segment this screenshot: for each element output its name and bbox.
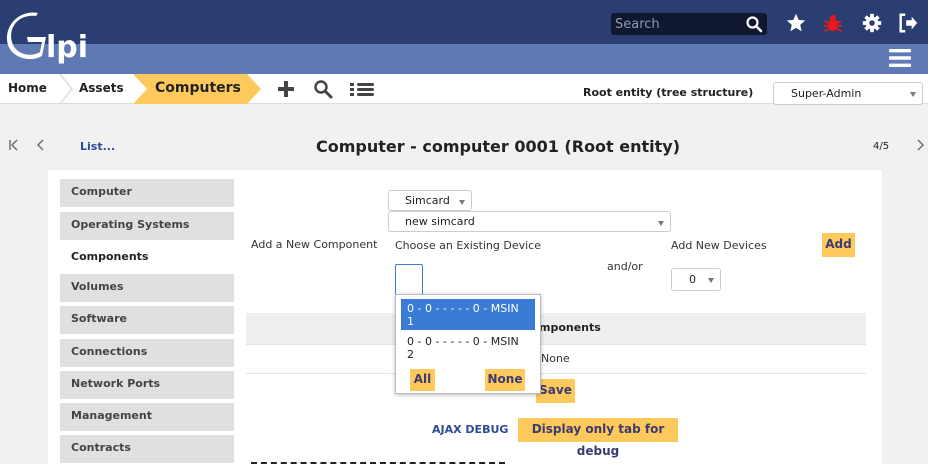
breadcrumb-separator — [59, 74, 73, 104]
chevron-down-icon — [658, 221, 664, 226]
tab-volumes[interactable]: Volumes — [60, 274, 234, 302]
bug-icon[interactable] — [822, 12, 844, 34]
chevron-down-icon — [459, 200, 465, 205]
chevron-down-icon — [910, 92, 916, 97]
tab-components[interactable]: Components — [60, 244, 234, 272]
existing-device-select[interactable] — [395, 264, 423, 295]
existing-device-dropdown: 0 - 0 - - - - - 0 - MSIN 1 0 - 0 - - - -… — [395, 294, 541, 394]
star-icon[interactable] — [785, 12, 807, 34]
device-option[interactable]: 0 - 0 - - - - - 0 - MSIN 2 — [401, 332, 535, 363]
chevron-down-icon — [708, 278, 714, 283]
divider — [246, 373, 866, 374]
gear-icon[interactable] — [861, 12, 883, 34]
tab-management[interactable]: Management — [60, 403, 234, 431]
profile-select[interactable]: Super-Admin — [773, 82, 923, 105]
page-title: Computer - computer 0001 (Root entity) — [315, 137, 681, 156]
and-or-label: and/or — [607, 260, 643, 273]
breadcrumb-computers[interactable]: Computers — [155, 74, 241, 104]
add-new-devices-label: Add New Devices — [671, 239, 767, 252]
breadcrumb-assets[interactable]: Assets — [79, 74, 124, 104]
tab-computer[interactable]: Computer — [60, 179, 234, 207]
entity-label[interactable]: Root entity (tree structure) — [583, 86, 753, 99]
breadcrumb-home[interactable]: Home — [8, 74, 47, 104]
global-search — [611, 13, 767, 35]
device-option[interactable]: 0 - 0 - - - - - 0 - MSIN 1 — [401, 299, 535, 330]
components-none-text: None — [541, 352, 570, 365]
add-button[interactable]: Add — [822, 233, 855, 257]
svg-text:lpi: lpi — [46, 30, 88, 65]
select-all-button[interactable]: All — [410, 369, 435, 391]
tab-software[interactable]: Software — [60, 306, 234, 334]
logout-icon[interactable] — [897, 12, 919, 34]
search-icon[interactable] — [745, 15, 763, 33]
search-input[interactable] — [611, 13, 743, 35]
select-none-button[interactable]: None — [485, 369, 525, 391]
search-icon[interactable] — [313, 79, 333, 99]
tab-contracts[interactable]: Contracts — [60, 435, 234, 463]
divider — [246, 344, 866, 345]
add-new-component-label: Add a New Component — [251, 238, 378, 251]
new-devices-count-value: 0 — [689, 273, 696, 286]
ajax-debug-link[interactable]: AJAX DEBUG — [432, 423, 508, 436]
plus-icon[interactable] — [276, 79, 296, 99]
tab-network-ports[interactable]: Network Ports — [60, 371, 234, 399]
components-table-header-label: mponents — [539, 321, 601, 334]
next-page-icon[interactable] — [914, 138, 926, 152]
component-type-select[interactable]: Simcard — [388, 190, 472, 211]
tab-connections[interactable]: Connections — [60, 339, 234, 367]
display-tab-debug-button[interactable]: Display only tab for debug — [518, 418, 678, 458]
glpi-logo[interactable]: lpi — [6, 10, 96, 66]
component-type-value: Simcard — [405, 194, 450, 207]
tab-operating-systems[interactable]: Operating Systems — [60, 212, 234, 240]
component-model-select[interactable]: new simcard — [388, 211, 671, 232]
component-model-value: new simcard — [405, 215, 475, 228]
list-icon[interactable] — [348, 79, 376, 99]
save-button[interactable]: Save — [536, 379, 575, 403]
header-band — [0, 44, 928, 74]
choose-existing-device-label: Choose an Existing Device — [395, 239, 542, 252]
profile-select-value: Super-Admin — [791, 87, 862, 100]
new-devices-count-select[interactable]: 0 — [671, 268, 721, 291]
menu-icon[interactable] — [888, 47, 912, 69]
page-counter: 4/5 — [873, 141, 890, 152]
